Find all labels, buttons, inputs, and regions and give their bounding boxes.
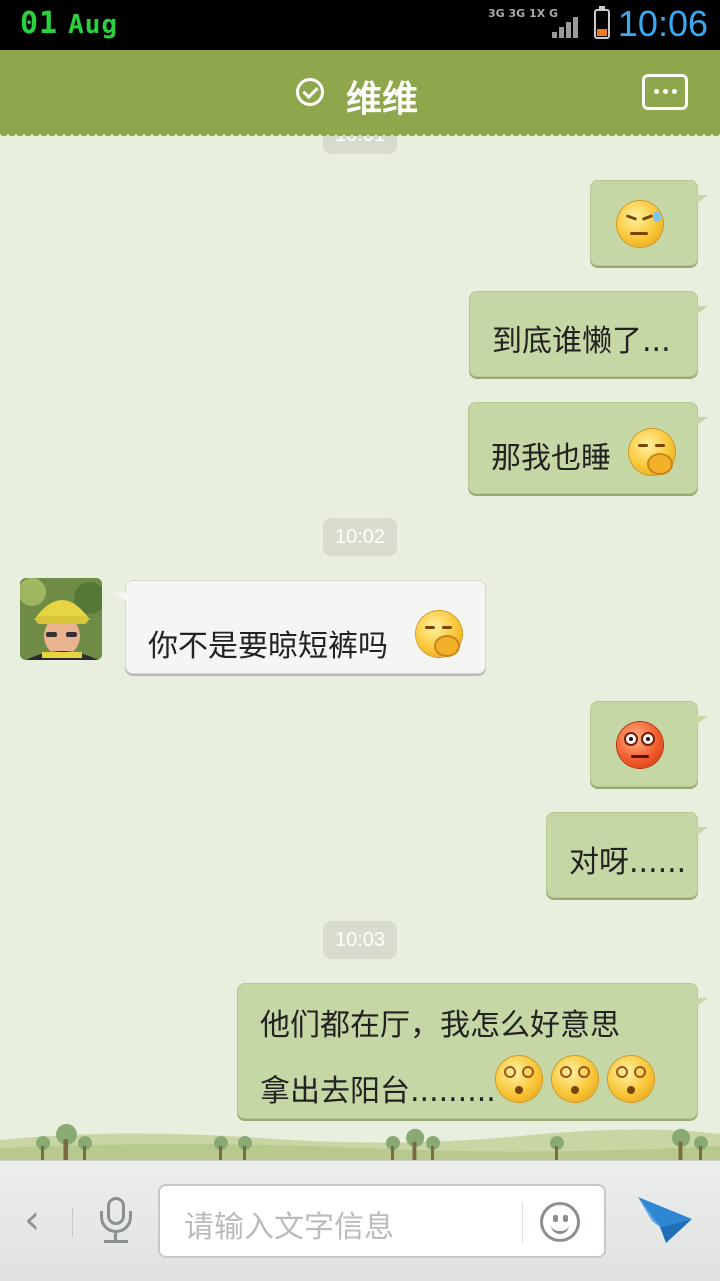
divider bbox=[522, 1202, 523, 1242]
message-input-placeholder: 请输入文字信息 bbox=[184, 1210, 394, 1245]
contact-name: 维维 bbox=[346, 79, 419, 120]
divider bbox=[72, 1207, 73, 1237]
status-time: 10:06 bbox=[617, 3, 708, 44]
message-bubble-outgoing[interactable]: 那我也睡 bbox=[468, 402, 708, 494]
dizzy-face-icon bbox=[552, 1056, 598, 1102]
message-bubble-outgoing[interactable]: 对呀...... bbox=[546, 812, 708, 898]
online-check-icon bbox=[296, 78, 324, 106]
dizzy-face-icon bbox=[496, 1056, 542, 1102]
message-text: 你不是要晾短裤吗 bbox=[148, 629, 388, 664]
message-bubble-outgoing[interactable]: 到底谁懒了... bbox=[469, 291, 708, 377]
message-text: 那我也睡 bbox=[491, 441, 611, 476]
message-bubble-outgoing[interactable] bbox=[590, 180, 708, 266]
message-text-line2: 拿出去阳台......... bbox=[260, 1074, 496, 1109]
message-text: 对呀...... bbox=[569, 845, 687, 880]
status-date-day: 01 bbox=[20, 6, 59, 41]
emoji-picker-icon[interactable] bbox=[540, 1202, 580, 1242]
sweat-face-icon bbox=[617, 201, 663, 247]
chat-header: 维维 bbox=[0, 50, 720, 140]
status-date: 01 Aug bbox=[20, 6, 118, 41]
network-3g1x-label: 3G 1X bbox=[508, 7, 546, 20]
yawn-face-icon bbox=[416, 611, 462, 657]
network-3g-label: 3G bbox=[488, 7, 505, 20]
message-input[interactable]: 请输入文字信息 bbox=[158, 1184, 606, 1258]
send-button[interactable] bbox=[636, 1193, 696, 1247]
message-bubble-outgoing[interactable] bbox=[590, 701, 708, 787]
network-indicators: 3G 3G 1X G bbox=[488, 8, 558, 19]
message-text: 到底谁懒了... bbox=[492, 324, 671, 359]
message-input-bar: ‹ 请输入文字信息 bbox=[0, 1160, 720, 1281]
status-bar: 01 Aug 3G 3G 1X G 10:06 bbox=[0, 0, 720, 50]
contact-avatar[interactable] bbox=[20, 578, 102, 660]
message-list[interactable]: 10:01 到底谁懒了... 那我也睡 10:02 你不是要晾短裤吗 对呀...… bbox=[0, 134, 720, 1160]
signal-icon bbox=[552, 16, 582, 38]
back-chevron-icon[interactable]: ‹ bbox=[24, 1197, 40, 1243]
message-bubble-incoming[interactable]: 你不是要晾短裤吗 bbox=[115, 580, 486, 674]
message-text-line1: 他们都在厅，我怎么好意思 bbox=[260, 1008, 620, 1043]
microphone-icon[interactable] bbox=[98, 1197, 134, 1245]
status-date-month: Aug bbox=[68, 10, 119, 40]
dizzy-face-icon bbox=[608, 1056, 654, 1102]
yawn-face-icon bbox=[629, 429, 675, 475]
timestamp: 10:03 bbox=[323, 921, 397, 959]
timestamp: 10:02 bbox=[323, 518, 397, 556]
message-bubble-outgoing[interactable]: 他们都在厅，我怎么好意思 拿出去阳台......... bbox=[237, 983, 708, 1119]
angry-face-icon bbox=[617, 722, 663, 768]
send-arrow-icon bbox=[638, 1197, 692, 1243]
battery-icon bbox=[594, 6, 610, 39]
background-landscape bbox=[0, 1110, 720, 1160]
more-options-button[interactable] bbox=[642, 74, 688, 110]
